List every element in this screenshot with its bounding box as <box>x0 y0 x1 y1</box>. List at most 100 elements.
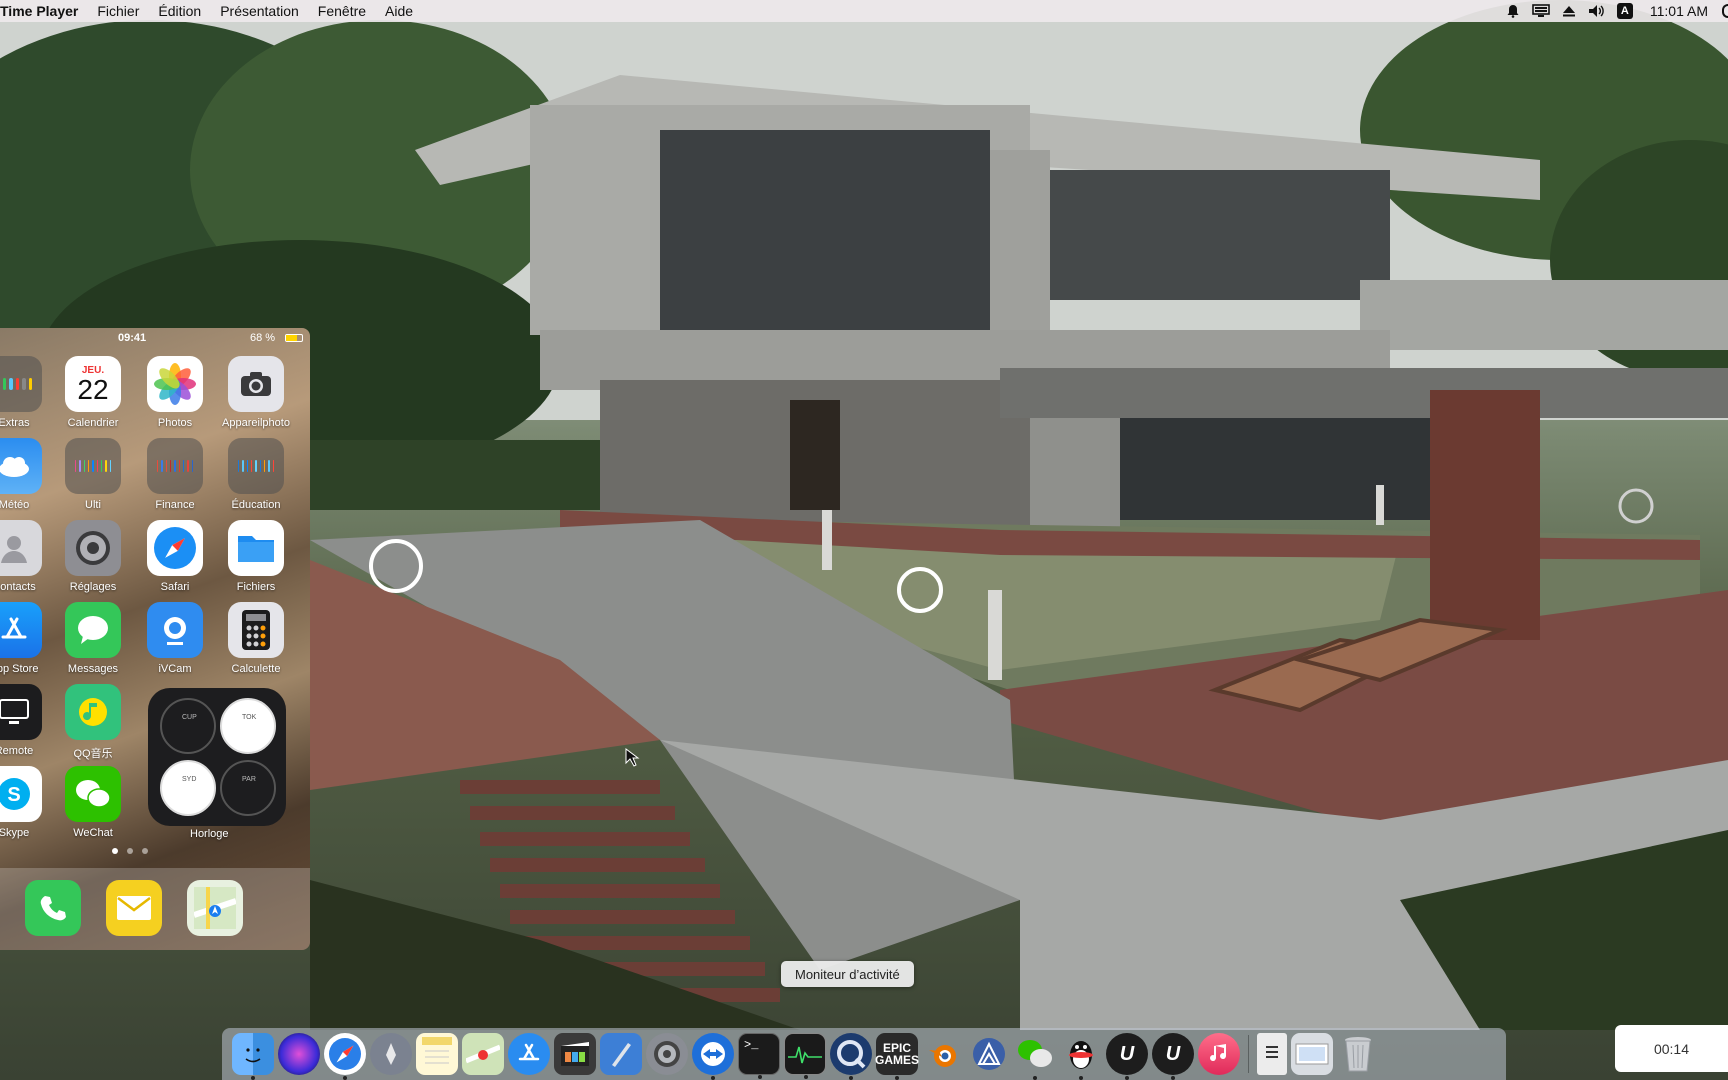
remote-icon <box>0 684 42 740</box>
app-label: iVCam <box>158 663 192 675</box>
app-label: Finance <box>155 499 195 511</box>
menu-edition[interactable]: Édition <box>158 3 201 19</box>
wechat-icon <box>65 766 121 822</box>
folder-icon <box>228 438 284 494</box>
app-label: Éducation <box>231 499 281 511</box>
ivcam-icon <box>147 602 203 658</box>
input-source-icon[interactable]: A <box>1614 0 1636 22</box>
epic-games-icon[interactable]: EPIC GAMES <box>875 1033 920 1080</box>
page-indicator[interactable] <box>112 848 148 854</box>
final-cut-icon[interactable] <box>554 1033 596 1075</box>
notes-icon[interactable] <box>416 1033 458 1075</box>
clock-city: PAR <box>242 776 256 783</box>
siri-icon[interactable] <box>278 1033 320 1075</box>
safari-icon[interactable] <box>324 1033 366 1080</box>
finder-icon[interactable] <box>232 1033 274 1080</box>
battery-icon <box>285 334 303 342</box>
app-education[interactable]: Éducation <box>216 438 296 511</box>
app-ulti[interactable]: Ulti <box>53 438 133 511</box>
app-menu[interactable]: Time Player <box>0 3 78 19</box>
app-messages[interactable]: Messages <box>53 602 133 675</box>
recording-timer: 00:14 <box>1615 1025 1728 1072</box>
launchpad-icon[interactable] <box>370 1033 412 1075</box>
app-wechat[interactable]: WeChat <box>53 766 133 839</box>
app-skype[interactable]: S Skype <box>0 766 54 839</box>
app-fichiers[interactable]: Fichiers <box>216 520 296 593</box>
app-ivcam[interactable]: iVCam <box>135 602 215 675</box>
teamviewer-icon[interactable] <box>692 1033 734 1080</box>
music-icon[interactable] <box>1198 1033 1240 1075</box>
menu-bar-clock[interactable]: 11:01 AM <box>1650 3 1708 19</box>
qq-icon[interactable] <box>1060 1033 1102 1080</box>
app-app-store[interactable]: App Store <box>0 602 54 675</box>
files-icon <box>228 520 284 576</box>
menu-aide[interactable]: Aide <box>385 3 413 19</box>
qq-music-icon <box>65 684 121 740</box>
terminal-icon[interactable]: >_ <box>738 1033 780 1079</box>
app-label: Fichiers <box>236 581 276 593</box>
system-preferences-icon[interactable] <box>646 1033 688 1075</box>
blender-icon[interactable] <box>922 1033 964 1075</box>
volume-icon[interactable] <box>1586 0 1608 22</box>
app-finance[interactable]: Finance <box>135 438 215 511</box>
phone-battery-percent: 68 % <box>250 332 276 344</box>
activity-monitor-icon[interactable] <box>784 1033 826 1079</box>
app-contacts[interactable]: Contacts <box>0 520 54 593</box>
app-label: Remote <box>0 745 34 757</box>
app-qq-music[interactable]: QQ音乐 <box>53 684 133 761</box>
menu-fichier[interactable]: Fichier <box>97 3 139 19</box>
iphone-mirror-window[interactable]: 09:41 68 % Extras JEU. 22 Calendrier Pho… <box>0 328 310 950</box>
menu-fenetre[interactable]: Fenêtre <box>318 3 366 19</box>
notification-bell-icon[interactable] <box>1502 0 1524 22</box>
app-calculette[interactable]: Calculette <box>216 602 296 675</box>
unreal-engine-icon-2[interactable]: U <box>1152 1033 1194 1080</box>
app-label: QQ音乐 <box>73 748 113 760</box>
app-safari[interactable]: Safari <box>135 520 215 593</box>
folder-icon <box>65 438 121 494</box>
dock: >_ EPIC GAMES U U <box>222 1028 1506 1080</box>
app-extras[interactable]: Extras <box>0 356 54 429</box>
app-label: Ulti <box>85 499 101 511</box>
svg-text:S: S <box>7 784 20 806</box>
affinity-icon[interactable] <box>968 1033 1010 1075</box>
input-source-label: A <box>1616 3 1633 19</box>
trash-icon[interactable] <box>1337 1033 1379 1075</box>
maps-icon <box>187 880 243 936</box>
wechat-icon[interactable] <box>1014 1033 1056 1080</box>
app-label: Calendrier <box>67 417 119 429</box>
epic-games-label: EPIC GAMES <box>875 1041 920 1067</box>
phone-dock <box>0 868 310 950</box>
app-appareilphoto[interactable]: Appareilphoto <box>216 356 296 429</box>
quicktime-icon[interactable] <box>830 1033 872 1080</box>
maps-icon[interactable] <box>462 1033 504 1075</box>
app-label: Calculette <box>231 663 281 675</box>
dock-separator <box>1248 1035 1249 1073</box>
preview-icon[interactable] <box>1291 1033 1333 1075</box>
mail-icon <box>106 880 162 936</box>
app-label: Appareilphoto <box>222 417 290 429</box>
app-meteo[interactable]: Météo <box>0 438 54 511</box>
display-icon[interactable] <box>1530 0 1552 22</box>
xcode-icon[interactable] <box>600 1033 642 1075</box>
calculator-icon <box>228 602 284 658</box>
app-store-icon <box>0 602 42 658</box>
clock-face-icon: TOK <box>220 698 276 754</box>
clock-widget[interactable]: CUP TOK SYD PAR <box>148 688 286 826</box>
app-photos[interactable]: Photos <box>135 356 215 429</box>
app-mail[interactable] <box>94 880 174 936</box>
app-phone[interactable] <box>13 880 93 936</box>
settings-icon <box>65 520 121 576</box>
app-remote[interactable]: Remote <box>0 684 54 757</box>
app-calendrier[interactable]: JEU. 22 Calendrier <box>53 356 133 429</box>
camera-icon <box>228 356 284 412</box>
control-center-icon[interactable] <box>1722 4 1728 18</box>
dock-tooltip: Moniteur d’activité <box>781 961 914 987</box>
document-icon[interactable] <box>1257 1033 1287 1075</box>
app-store-icon[interactable] <box>508 1033 550 1075</box>
menu-presentation[interactable]: Présentation <box>220 3 299 19</box>
app-reglages[interactable]: Réglages <box>53 520 133 593</box>
messages-icon <box>65 602 121 658</box>
eject-icon[interactable] <box>1558 0 1580 22</box>
app-maps[interactable] <box>175 880 255 936</box>
unreal-engine-icon[interactable]: U <box>1106 1033 1148 1080</box>
